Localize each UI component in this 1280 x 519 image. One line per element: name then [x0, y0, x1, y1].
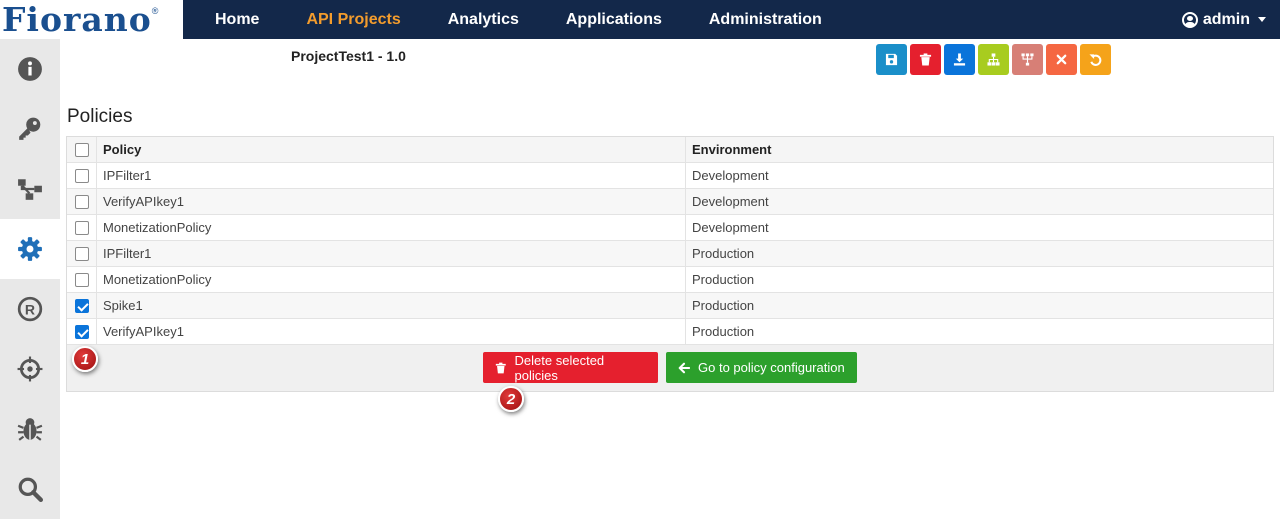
hierarchy-button[interactable] [1012, 44, 1043, 75]
flow-icon [18, 179, 42, 200]
sidebar-item-target[interactable] [0, 339, 60, 399]
sidebar-item-search[interactable] [0, 459, 60, 519]
column-header-environment[interactable]: Environment [686, 137, 1273, 162]
table-header-row: Policy Environment [67, 137, 1273, 163]
table-row[interactable]: IPFilter1 Production [67, 241, 1273, 267]
table-row[interactable]: VerifyAPIkey1 Development [67, 189, 1273, 215]
sidebar-item-info[interactable] [0, 39, 60, 99]
sidebar-item-debug[interactable] [0, 399, 60, 459]
row-checkbox[interactable] [74, 272, 89, 287]
go-to-config-label: Go to policy configuration [698, 360, 845, 375]
annotation-badge-1: 1 [72, 346, 98, 372]
table-row[interactable]: MonetizationPolicy Development [67, 215, 1273, 241]
user-circle-icon [1181, 11, 1198, 28]
policy-environment: Production [692, 272, 755, 287]
logo-text: Fiorano [2, 0, 152, 39]
go-to-policy-configuration-button[interactable]: Go to policy configuration [666, 352, 857, 383]
user-menu[interactable]: admin [1181, 0, 1266, 39]
policy-environment: Development [692, 194, 769, 209]
policies-table: Policy Environment IPFilter1 Development… [66, 136, 1274, 392]
table-row[interactable]: IPFilter1 Development [67, 163, 1273, 189]
policy-environment: Production [692, 324, 755, 339]
policy-name: MonetizationPolicy [97, 215, 686, 240]
policy-environment: Production [692, 246, 755, 261]
undo-button[interactable] [1080, 44, 1111, 75]
download-button[interactable] [944, 44, 975, 75]
close-icon [1056, 54, 1067, 65]
search-icon [18, 477, 43, 502]
policy-environment: Development [692, 220, 769, 235]
row-checkbox[interactable] [74, 324, 89, 339]
policy-name: VerifyAPIkey1 [97, 319, 686, 344]
bug-icon [17, 418, 43, 441]
save-button[interactable] [876, 44, 907, 75]
svg-text:R: R [25, 301, 35, 317]
policy-environment: Production [692, 298, 755, 313]
delete-selected-label: Delete selected policies [514, 352, 605, 383]
table-row[interactable]: VerifyAPIkey1 Production [67, 319, 1273, 345]
user-name: admin [1202, 10, 1250, 28]
crosshair-icon [17, 356, 43, 382]
nav-applications[interactable]: Applications [566, 11, 662, 29]
registered-icon: R [17, 296, 43, 322]
sidebar: R [0, 39, 60, 519]
trash-icon [919, 53, 932, 66]
close-project-button[interactable] [1046, 44, 1077, 75]
sidebar-item-keys[interactable] [0, 99, 60, 159]
policy-name: MonetizationPolicy [97, 267, 686, 292]
download-icon [953, 53, 966, 66]
policies-title: Policies [67, 106, 133, 127]
main-nav: Home API Projects Analytics Applications… [200, 0, 854, 39]
delete-selected-policies-button[interactable]: Delete selected policies [483, 352, 658, 383]
project-title: ProjectTest1 - 1.0 [291, 48, 406, 64]
brand-logo[interactable]: Fiorano ® [0, 0, 183, 39]
policy-name: VerifyAPIkey1 [97, 189, 686, 214]
sitemap-button[interactable] [978, 44, 1009, 75]
delete-project-button[interactable] [910, 44, 941, 75]
row-checkbox[interactable] [74, 194, 89, 209]
arrow-left-icon [678, 362, 690, 373]
project-toolbar [876, 44, 1114, 75]
save-icon [885, 53, 898, 66]
select-all-checkbox[interactable] [74, 142, 89, 157]
key-icon [19, 117, 41, 140]
caret-down-icon [1258, 17, 1266, 22]
trash-icon [495, 362, 506, 373]
info-icon [18, 57, 42, 81]
policy-name: IPFilter1 [97, 241, 686, 266]
table-footer: Delete selected policies Go to policy co… [67, 345, 1273, 391]
policy-name: IPFilter1 [97, 163, 686, 188]
nav-administration[interactable]: Administration [709, 11, 822, 29]
nav-api-projects[interactable]: API Projects [306, 11, 400, 29]
annotation-badge-2: 2 [498, 386, 524, 412]
table-row[interactable]: MonetizationPolicy Production [67, 267, 1273, 293]
nav-analytics[interactable]: Analytics [448, 11, 519, 29]
row-checkbox[interactable] [74, 298, 89, 313]
column-header-policy[interactable]: Policy [97, 137, 686, 162]
row-checkbox[interactable] [74, 246, 89, 261]
sidebar-item-flow[interactable] [0, 159, 60, 219]
undo-icon [1089, 54, 1102, 66]
sidebar-item-settings[interactable] [0, 219, 60, 279]
policy-environment: Development [692, 168, 769, 183]
row-checkbox[interactable] [74, 168, 89, 183]
policy-name: Spike1 [97, 293, 686, 318]
row-checkbox[interactable] [74, 220, 89, 235]
top-navbar: Fiorano ® Home API Projects Analytics Ap… [0, 0, 1280, 39]
hierarchy-icon [1021, 53, 1034, 66]
sitemap-icon [987, 53, 1000, 66]
sidebar-item-registered[interactable]: R [0, 279, 60, 339]
logo-registered-mark: ® [151, 6, 159, 16]
table-row[interactable]: Spike1 Production [67, 293, 1273, 319]
nav-home[interactable]: Home [215, 11, 259, 29]
gear-icon [18, 237, 42, 261]
